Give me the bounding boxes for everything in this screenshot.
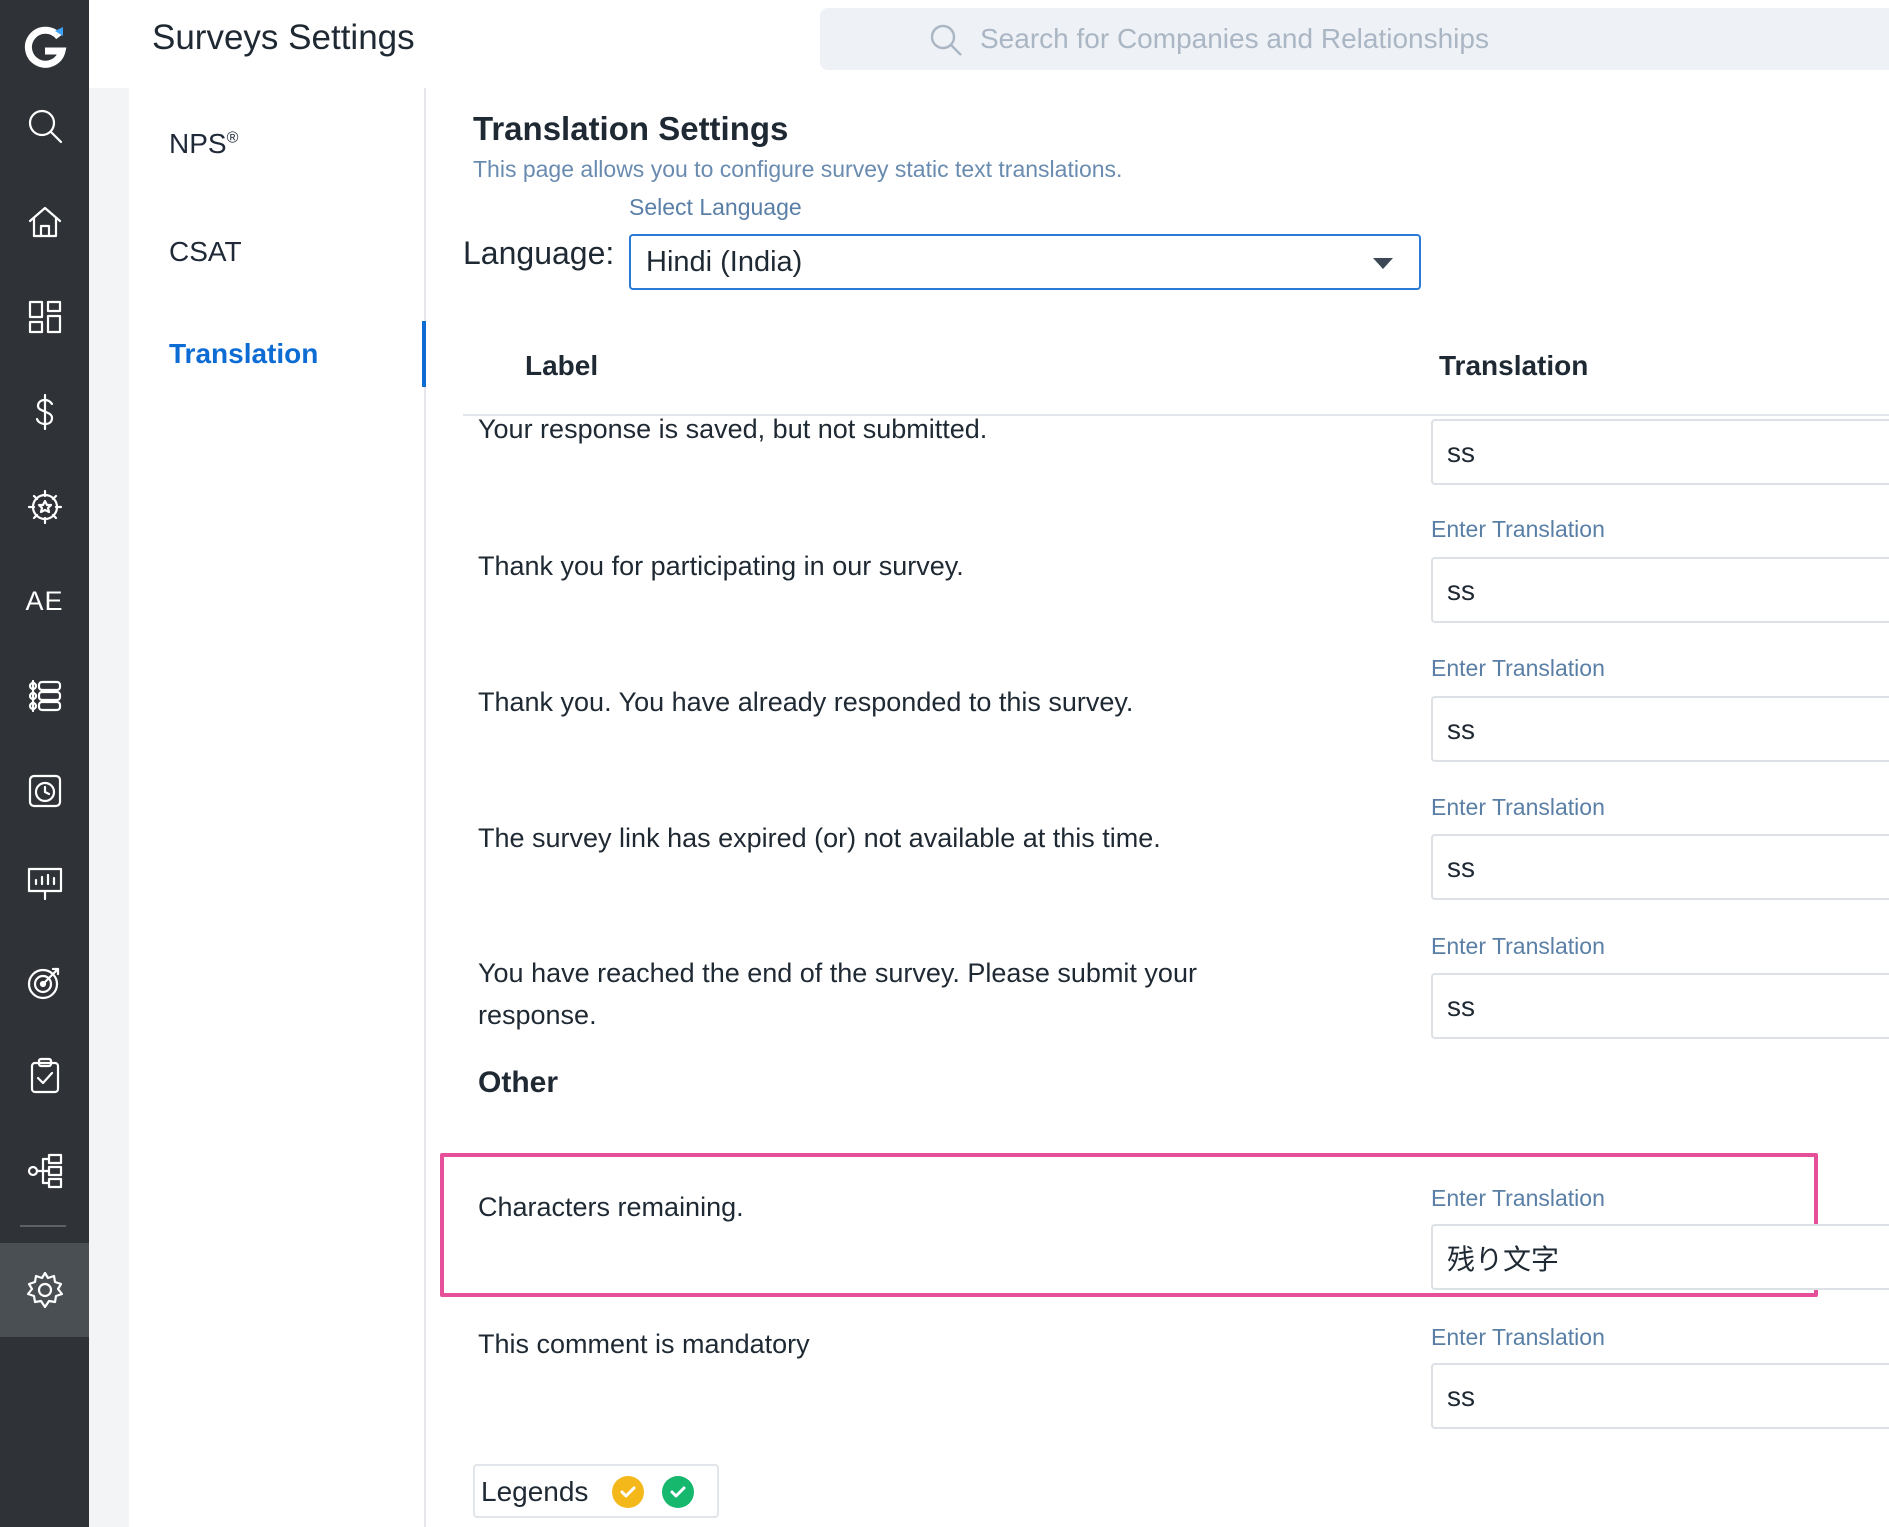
translation-field[interactable] bbox=[1431, 1363, 1889, 1429]
search-icon bbox=[930, 24, 962, 56]
legends-label: Legends bbox=[481, 1476, 589, 1507]
language-label: Language: bbox=[463, 235, 615, 271]
target-icon[interactable] bbox=[0, 946, 89, 1018]
chevron-down-icon bbox=[1373, 258, 1393, 269]
enter-translation-caption: Enter Translation bbox=[1431, 516, 1605, 542]
ae-icon[interactable]: AE bbox=[0, 565, 89, 637]
row-label: The survey link has expired (or) not ava… bbox=[478, 823, 1161, 853]
translation-field[interactable] bbox=[1431, 973, 1889, 1039]
translation-input[interactable] bbox=[1447, 850, 1887, 886]
clock-icon[interactable] bbox=[0, 755, 89, 827]
row-label: You have reached the end of the survey. … bbox=[478, 958, 1197, 1030]
select-language-caption: Select Language bbox=[629, 194, 802, 220]
translation-field[interactable] bbox=[1431, 419, 1889, 485]
active-indicator bbox=[422, 321, 426, 387]
row-label: Your response is saved, but not submitte… bbox=[478, 414, 988, 444]
subnav-item-csat[interactable]: CSAT bbox=[169, 236, 242, 268]
subnav-item-translation[interactable]: Translation bbox=[169, 338, 318, 370]
subnav-item-label: CSAT bbox=[169, 236, 242, 267]
translation-input[interactable] bbox=[1447, 989, 1887, 1025]
column-header-label: Label bbox=[525, 350, 599, 381]
translation-field[interactable] bbox=[1431, 557, 1889, 623]
enter-translation-caption: Enter Translation bbox=[1431, 1324, 1605, 1350]
other-section-heading: Other bbox=[478, 1066, 559, 1099]
enter-translation-caption: Enter Translation bbox=[1431, 655, 1605, 681]
translation-input[interactable] bbox=[1447, 712, 1887, 748]
report-icon[interactable] bbox=[0, 848, 89, 920]
complete-check-icon bbox=[662, 1476, 694, 1508]
rail-divider bbox=[20, 1225, 66, 1227]
section-title: Translation Settings bbox=[473, 110, 789, 147]
row-label: Characters remaining. bbox=[478, 1192, 744, 1222]
translation-settings-panel: Translation Settings This page allows yo… bbox=[428, 88, 1889, 1527]
row-label: Thank you. You have already responded to… bbox=[478, 687, 1134, 717]
selected-language: Hindi (India) bbox=[646, 246, 803, 278]
settings-subnav: NPS® CSAT Translation bbox=[129, 88, 426, 1527]
search-input[interactable] bbox=[980, 18, 1860, 60]
language-select[interactable]: Hindi (India) bbox=[629, 234, 1421, 290]
top-header: Surveys Settings bbox=[89, 0, 1889, 88]
column-header-translation: Translation bbox=[1439, 350, 1589, 381]
legends-box: Legends bbox=[473, 1464, 719, 1518]
gear-star-icon[interactable] bbox=[0, 471, 89, 543]
page-title: Surveys Settings bbox=[152, 18, 415, 57]
row-label: Thank you for participating in our surve… bbox=[478, 551, 964, 581]
ae-label: AE bbox=[25, 585, 64, 616]
search-icon[interactable] bbox=[0, 90, 89, 162]
dashboard-icon[interactable] bbox=[0, 281, 89, 353]
enter-translation-caption: Enter Translation bbox=[1431, 933, 1605, 959]
global-search[interactable] bbox=[820, 8, 1889, 70]
left-gutter bbox=[89, 88, 129, 1527]
enter-translation-caption: Enter Translation bbox=[1431, 794, 1605, 820]
translation-input[interactable] bbox=[1447, 435, 1887, 471]
section-description: This page allows you to configure survey… bbox=[473, 156, 1123, 182]
home-icon[interactable] bbox=[0, 186, 89, 258]
clipboard-check-icon[interactable] bbox=[0, 1040, 89, 1112]
translation-input[interactable] bbox=[1447, 1240, 1887, 1276]
translation-field[interactable] bbox=[1431, 834, 1889, 900]
left-nav-rail: AE bbox=[0, 0, 89, 1527]
dollar-icon[interactable] bbox=[0, 376, 89, 448]
gainsight-logo-icon[interactable] bbox=[0, 16, 89, 78]
translation-field[interactable] bbox=[1431, 696, 1889, 762]
logo-g-icon bbox=[24, 26, 66, 68]
timeline-icon[interactable] bbox=[0, 660, 89, 732]
registered-mark: ® bbox=[226, 129, 239, 147]
settings-icon[interactable] bbox=[0, 1254, 89, 1326]
enter-translation-caption: Enter Translation bbox=[1431, 1185, 1605, 1211]
partial-check-icon bbox=[612, 1476, 644, 1508]
subnav-item-nps[interactable]: NPS® bbox=[169, 128, 238, 160]
row-label: This comment is mandatory bbox=[478, 1329, 810, 1359]
subnav-item-label: NPS bbox=[169, 128, 227, 159]
translation-input[interactable] bbox=[1447, 1379, 1887, 1415]
subnav-item-label: Translation bbox=[169, 338, 319, 369]
hierarchy-icon[interactable] bbox=[0, 1135, 89, 1207]
translation-field[interactable] bbox=[1431, 1224, 1889, 1290]
translation-input[interactable] bbox=[1447, 573, 1887, 609]
